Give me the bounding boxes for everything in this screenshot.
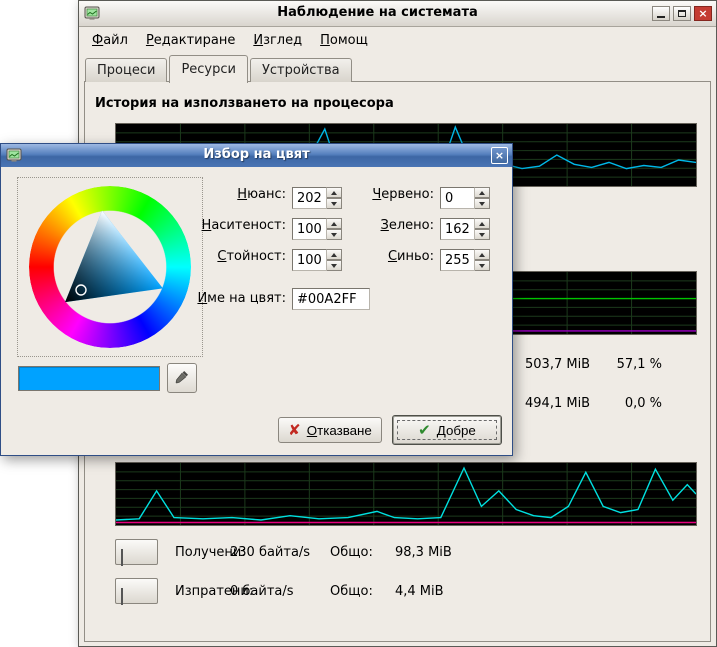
- memory-amount: 503,7 MiB: [525, 357, 590, 372]
- hue-label: Нюанс:: [237, 187, 286, 202]
- red-spin-down[interactable]: [475, 198, 490, 209]
- dialog-close-icon: ×: [495, 150, 504, 161]
- color-preview: [18, 366, 160, 391]
- value-label: Стойност:: [217, 249, 286, 264]
- saturation-label: Наситеност:: [202, 218, 286, 233]
- sent-total: 4,4 MiB: [395, 578, 444, 605]
- dialog-close-button[interactable]: ×: [491, 147, 508, 164]
- value-input[interactable]: [292, 249, 327, 271]
- value-spinbutton: [292, 249, 342, 271]
- dialog-titlebar[interactable]: Избор на цвят ×: [1, 144, 512, 167]
- color-wheel-area: [17, 177, 203, 357]
- red-label: Червено:: [372, 187, 434, 202]
- blue-input[interactable]: [440, 249, 475, 271]
- color-name-label: Име на цвят:: [197, 291, 286, 306]
- red-spin-up[interactable]: [475, 187, 490, 198]
- notebook-tabs: Процеси Ресурси Устройства: [85, 56, 354, 82]
- blue-spin-up[interactable]: [475, 249, 490, 260]
- received-color-button[interactable]: [115, 539, 158, 565]
- maximize-icon: [678, 10, 686, 17]
- spin-up-icon: [479, 222, 485, 226]
- menu-help[interactable]: Помощ: [311, 30, 377, 51]
- menu-view[interactable]: Изглед: [244, 30, 311, 51]
- green-input[interactable]: [440, 218, 475, 240]
- color-wheel[interactable]: [29, 186, 191, 348]
- sent-rate: 0 байта/s: [230, 578, 294, 605]
- sent-color-button[interactable]: [115, 578, 158, 604]
- blue-spin-down[interactable]: [475, 260, 490, 271]
- hue-spinbutton: [292, 187, 342, 209]
- blue-spinbutton: [440, 249, 490, 271]
- spin-down-icon: [331, 202, 337, 206]
- hsv-triangle[interactable]: [29, 186, 191, 348]
- eyedropper-button[interactable]: [167, 363, 197, 393]
- network-history-chart: [115, 462, 697, 526]
- tab-processes[interactable]: Процеси: [85, 58, 167, 82]
- minimize-button[interactable]: [652, 6, 670, 21]
- tab-resources[interactable]: Ресурси: [169, 55, 248, 83]
- value-spin-down[interactable]: [327, 260, 342, 271]
- hue-spin-down[interactable]: [327, 198, 342, 209]
- swap-stat-row: 494,1 MiB 0,0 %: [525, 396, 590, 411]
- color-name-input[interactable]: [292, 288, 370, 310]
- sent-color-swatch: [121, 588, 123, 605]
- spin-up-icon: [479, 253, 485, 257]
- swap-percent: 0,0 %: [590, 396, 662, 411]
- spin-up-icon: [479, 191, 485, 195]
- blue-label: Синьо:: [388, 249, 434, 264]
- spin-up-icon: [331, 191, 337, 195]
- green-spin-down[interactable]: [475, 229, 490, 240]
- received-total-label: Общо:: [330, 539, 373, 566]
- saturation-input[interactable]: [292, 218, 327, 240]
- cancel-button[interactable]: ✘ Отказване: [278, 417, 382, 443]
- green-label: Зелено:: [381, 218, 434, 233]
- swap-amount: 494,1 MiB: [525, 396, 590, 411]
- cpu-history-title: История на използването на процесора: [95, 96, 394, 111]
- ok-icon: ✔: [418, 423, 431, 438]
- color-picker-dialog: Избор на цвят ×: [0, 143, 513, 456]
- sent-total-label: Общо:: [330, 578, 373, 605]
- hue-spin-up[interactable]: [327, 187, 342, 198]
- system-monitor-icon: [84, 5, 100, 21]
- cancel-button-label: Отказване: [307, 423, 372, 438]
- dialog-icon: [6, 147, 22, 163]
- received-rate: 230 байта/s: [230, 539, 310, 566]
- saturation-spinbutton: [292, 218, 342, 240]
- window-title: Наблюдение на системата: [109, 5, 646, 20]
- close-button[interactable]: ×: [694, 6, 712, 21]
- ok-button-label: Добре: [437, 423, 476, 438]
- menu-edit[interactable]: Редактиране: [137, 30, 244, 51]
- received-total: 98,3 MiB: [395, 539, 452, 566]
- memory-stat-row: 503,7 MiB 57,1 %: [525, 357, 590, 372]
- spin-down-icon: [331, 264, 337, 268]
- close-icon: ×: [698, 8, 707, 19]
- green-spin-up[interactable]: [475, 218, 490, 229]
- tab-devices[interactable]: Устройства: [250, 58, 352, 82]
- red-input[interactable]: [440, 187, 475, 209]
- cancel-icon: ✘: [288, 423, 301, 438]
- red-spinbutton: [440, 187, 490, 209]
- main-titlebar[interactable]: Наблюдение на системата ×: [79, 1, 716, 27]
- menu-bar: Файл Редактиране Изглед Помощ: [83, 28, 377, 52]
- received-color-swatch: [121, 549, 123, 566]
- maximize-button[interactable]: [673, 6, 691, 21]
- saturation-spin-up[interactable]: [327, 218, 342, 229]
- eyedropper-icon: [174, 369, 190, 388]
- spin-down-icon: [479, 202, 485, 206]
- minimize-icon: [657, 16, 665, 18]
- spin-down-icon: [331, 233, 337, 237]
- hue-input[interactable]: [292, 187, 327, 209]
- spin-down-icon: [479, 233, 485, 237]
- green-spinbutton: [440, 218, 490, 240]
- spin-down-icon: [479, 264, 485, 268]
- saturation-spin-down[interactable]: [327, 229, 342, 240]
- dialog-title: Избор на цвят: [31, 147, 482, 162]
- spin-up-icon: [331, 253, 337, 257]
- menu-file[interactable]: Файл: [83, 30, 137, 51]
- memory-percent: 57,1 %: [590, 357, 662, 372]
- value-spin-up[interactable]: [327, 249, 342, 260]
- spin-up-icon: [331, 222, 337, 226]
- ok-button[interactable]: ✔ Добре: [392, 415, 502, 445]
